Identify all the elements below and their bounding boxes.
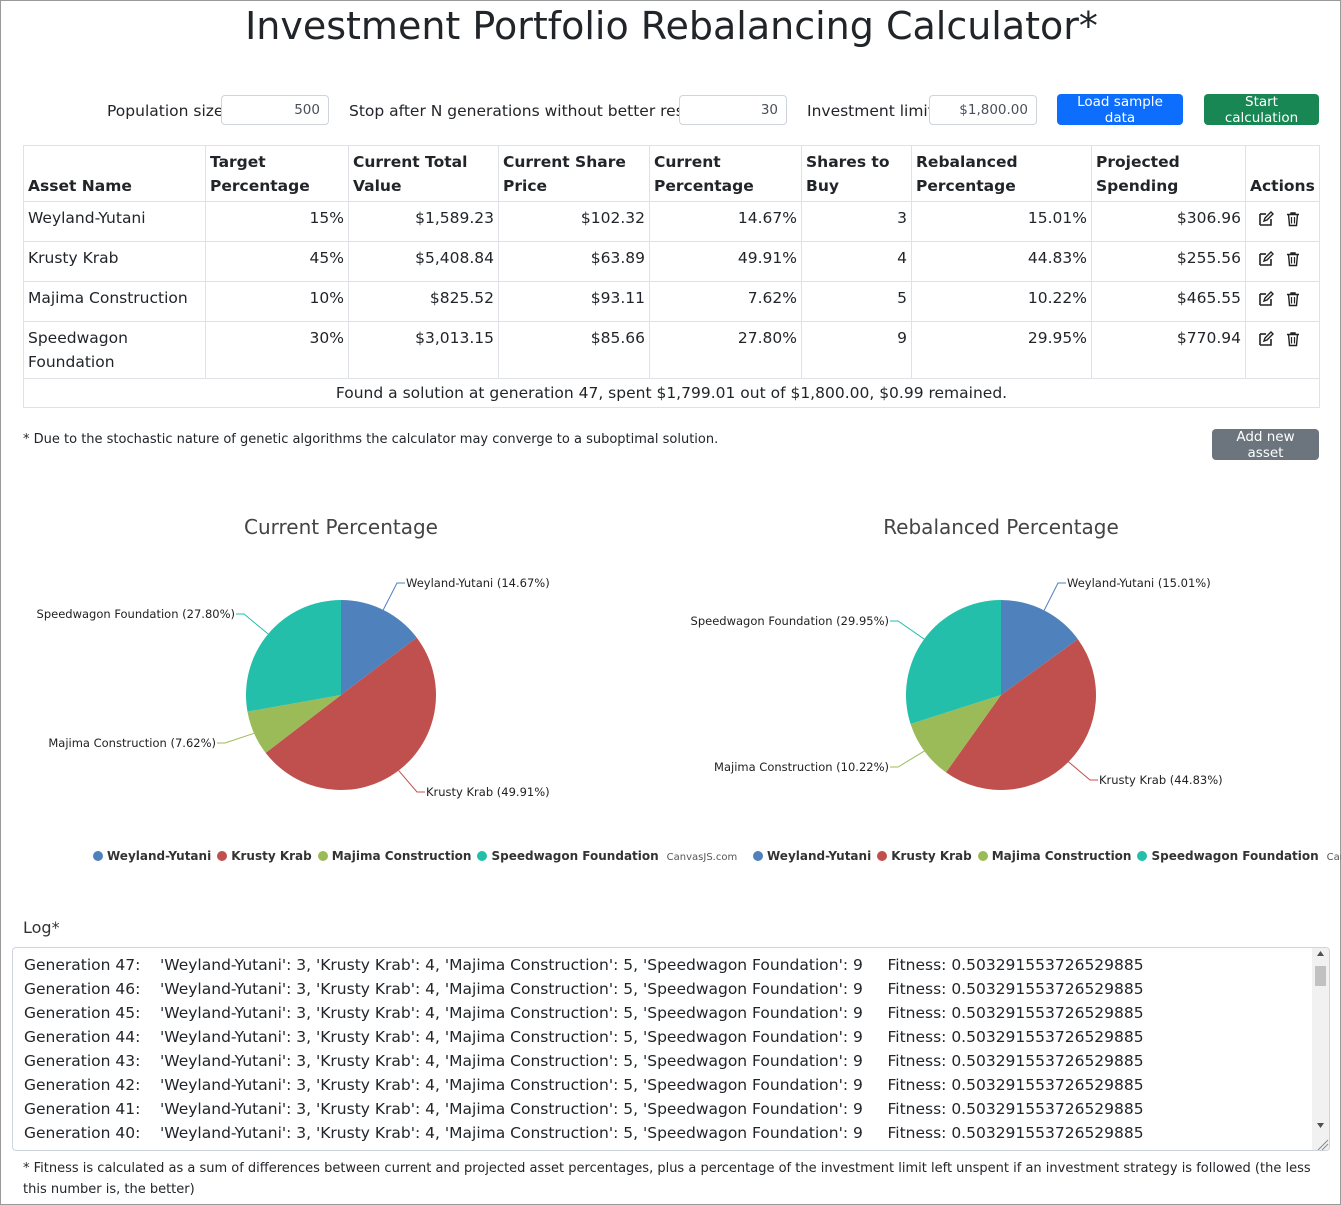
legend-label: Majima Construction [991, 849, 1132, 863]
label-leader-line [236, 613, 269, 635]
chart-legend-current: Weyland-Yutani Krusty Krab Majima Construc… [93, 849, 737, 863]
slice-label: Weyland-Yutani (14.67%) [406, 576, 550, 590]
pie-charts: Weyland-Yutani (14.67%) Krusty Krab (49.9… [37, 576, 1223, 799]
label-leader-line [398, 770, 425, 793]
label-leader-line [890, 620, 925, 640]
legend-item: Speedwagon Foundation [1137, 849, 1319, 863]
legend-label: Speedwagon Foundation [1151, 849, 1319, 863]
label-leader-line [890, 750, 925, 768]
log-line: Generation 44: 'Weyland-Yutani': 3, 'Kru… [24, 1028, 1144, 1046]
log-line: Generation 47: 'Weyland-Yutani': 3, 'Kru… [24, 956, 1144, 974]
legend-swatch [217, 851, 228, 861]
log-line: Generation 45: 'Weyland-Yutani': 3, 'Kru… [24, 1004, 1144, 1022]
log-textarea[interactable]: Generation 47: 'Weyland-Yutani': 3, 'Kru… [12, 947, 1330, 1151]
label-leader-line [217, 732, 255, 744]
legend-label: Krusty Krab [891, 849, 972, 863]
legend-label: Speedwagon Foundation [491, 849, 659, 863]
legend-label: Weyland-Yutani [767, 849, 872, 863]
log-line: Generation 41: 'Weyland-Yutani': 3, 'Kru… [24, 1100, 1144, 1118]
slice-label: Krusty Krab (49.91%) [426, 785, 550, 799]
legend-item: Weyland-Yutani [93, 849, 211, 863]
legend-item: Weyland-Yutani [753, 849, 871, 863]
slice-label: Speedwagon Foundation (29.95%) [691, 614, 889, 628]
legend-item: Krusty Krab [217, 849, 312, 863]
chart-credit: CanvasJS.com [1326, 852, 1341, 863]
legend-swatch [753, 851, 763, 861]
legend-item: Speedwagon Foundation [477, 849, 659, 863]
legend-item: Majima Construction [317, 849, 472, 863]
slice-label: Speedwagon Foundation (27.80%) [37, 607, 235, 621]
legend-swatch [877, 851, 888, 861]
label-leader-line [1068, 761, 1098, 781]
log-line: Generation 46: 'Weyland-Yutani': 3, 'Kru… [24, 980, 1144, 998]
chart-credit: CanvasJS.com [666, 852, 738, 863]
legend-swatch [477, 851, 488, 861]
chart-legend-rebalanced: Weyland-Yutani Krusty Krab Majima Construc… [753, 849, 1341, 863]
fitness-note: * Fitness is calculated as a sum of diff… [23, 1161, 1311, 1197]
legend-label: Weyland-Yutani [107, 849, 212, 863]
pie-slice[interactable] [245, 600, 341, 712]
legend-label: Krusty Krab [231, 849, 312, 863]
slice-label: Majima Construction (10.22%) [714, 760, 889, 774]
label-leader-line [382, 582, 405, 611]
slice-label: Krusty Krab (44.83%) [1099, 773, 1223, 787]
legend-item: Krusty Krab [877, 849, 972, 863]
legend-item: Majima Construction [977, 849, 1132, 863]
log-scrollbar[interactable] [1312, 948, 1329, 1150]
legend-label: Majima Construction [331, 849, 472, 863]
legend-swatch [93, 851, 103, 861]
log-line: Generation 43: 'Weyland-Yutani': 3, 'Kru… [24, 1052, 1144, 1070]
legend-swatch [977, 851, 988, 861]
slice-label: Weyland-Yutani (15.01%) [1067, 576, 1211, 590]
log-title: Log* [23, 918, 60, 937]
label-leader-line [1043, 582, 1066, 611]
legend-swatch [317, 851, 328, 861]
slice-label: Majima Construction (7.62%) [48, 736, 216, 750]
legend-swatch [1137, 851, 1148, 861]
log-line: Generation 42: 'Weyland-Yutani': 3, 'Kru… [24, 1076, 1144, 1094]
scrollbar-track [1315, 951, 1329, 1150]
log-line: Generation 40: 'Weyland-Yutani': 3, 'Kru… [24, 1124, 1144, 1142]
